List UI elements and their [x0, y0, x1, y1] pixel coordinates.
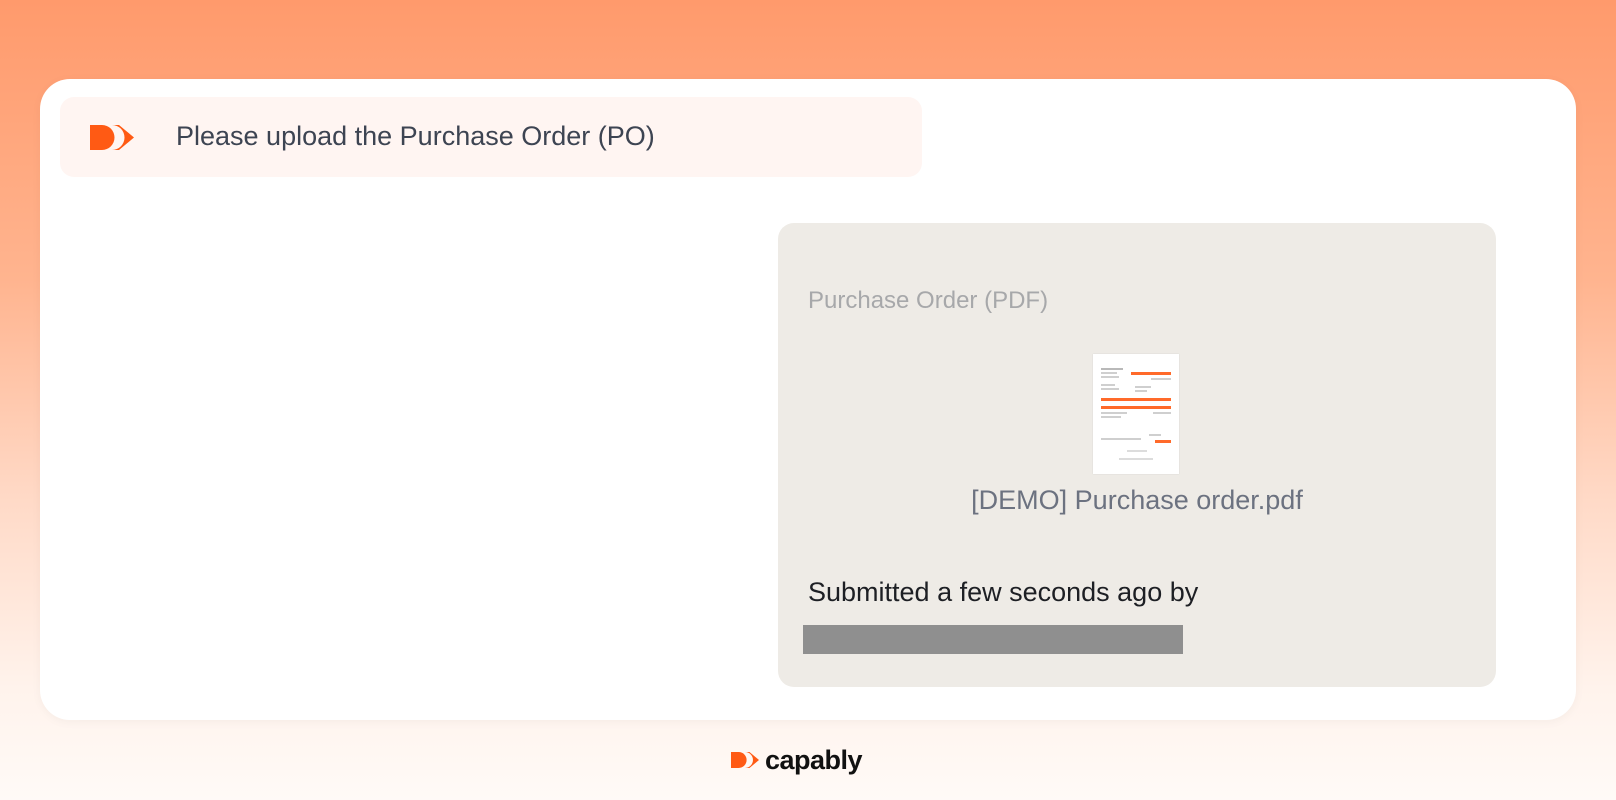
pdf-thumbnail-icon[interactable]: [1093, 354, 1179, 474]
redacted-submitter: [803, 625, 1183, 654]
submission-panel: Purchase Order (PDF) [DEMO] Purchase ord…: [778, 223, 1496, 687]
field-label: Purchase Order (PDF): [808, 287, 1049, 314]
capably-logo-icon: [90, 125, 134, 150]
brand-name: capably: [765, 744, 863, 775]
capably-logo-icon: [731, 752, 759, 768]
prompt-text: Please upload the Purchase Order (PO): [176, 121, 655, 151]
file-name-link[interactable]: [DEMO] Purchase order.pdf: [778, 485, 1496, 516]
footer-branding: capably: [731, 744, 863, 776]
prompt-bubble: Please upload the Purchase Order (PO): [60, 97, 922, 177]
message-card: Please upload the Purchase Order (PO) Pu…: [40, 79, 1576, 720]
submitted-status: Submitted a few seconds ago by: [808, 577, 1199, 607]
